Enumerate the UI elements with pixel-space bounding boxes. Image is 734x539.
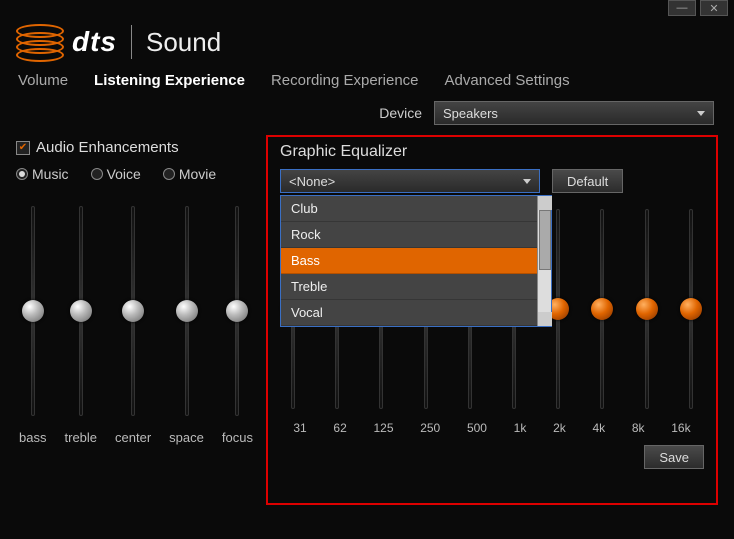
eq-freq-label: 125 bbox=[373, 421, 393, 435]
mode-movie-label: Movie bbox=[179, 166, 216, 182]
slider-focus: focus bbox=[222, 206, 253, 445]
tab-advanced[interactable]: Advanced Settings bbox=[445, 72, 570, 89]
scroll-thumb[interactable] bbox=[539, 210, 551, 270]
dts-wordmark: dts bbox=[72, 26, 117, 58]
mode-radio-voice[interactable]: Voice bbox=[91, 166, 141, 182]
slider-thumb[interactable] bbox=[176, 300, 198, 322]
device-select[interactable]: Speakers bbox=[434, 101, 714, 125]
slider-track[interactable] bbox=[31, 206, 35, 416]
eq-band-16k bbox=[689, 209, 693, 409]
slider-thumb[interactable] bbox=[680, 298, 702, 320]
device-label: Device bbox=[379, 105, 422, 121]
eq-default-button[interactable]: Default bbox=[552, 169, 623, 193]
header: dts Sound bbox=[0, 18, 734, 72]
slider-track[interactable] bbox=[645, 209, 649, 409]
slider-label: treble bbox=[65, 430, 98, 445]
slider-center: center bbox=[115, 206, 151, 445]
slider-track[interactable] bbox=[600, 209, 604, 409]
chevron-down-icon bbox=[697, 111, 705, 116]
slider-thumb[interactable] bbox=[636, 298, 658, 320]
slider-label: focus bbox=[222, 430, 253, 445]
slider-thumb[interactable] bbox=[22, 300, 44, 322]
mode-radio-movie[interactable]: Movie bbox=[163, 166, 216, 182]
eq-preset-dropdown-items: Club Rock Bass Treble Vocal bbox=[281, 196, 537, 326]
device-selected-text: Speakers bbox=[443, 106, 498, 121]
chevron-down-icon bbox=[523, 179, 531, 184]
slider-label: space bbox=[169, 430, 204, 445]
dropdown-item-club[interactable]: Club bbox=[281, 196, 537, 222]
save-row: Save bbox=[280, 445, 704, 469]
tab-listening[interactable]: Listening Experience bbox=[94, 72, 245, 89]
logo: dts bbox=[16, 22, 117, 62]
left-panel: ✔ Audio Enhancements Music Voice Movie b… bbox=[16, 135, 256, 505]
eq-band-8k bbox=[645, 209, 649, 409]
close-button[interactable]: ✕ bbox=[700, 0, 728, 16]
eq-freq-label: 8k bbox=[632, 421, 645, 435]
slider-thumb[interactable] bbox=[591, 298, 613, 320]
slider-space: space bbox=[169, 206, 204, 445]
dropdown-item-treble[interactable]: Treble bbox=[281, 274, 537, 300]
audio-enhancements-checkbox[interactable]: ✔ bbox=[16, 141, 30, 155]
slider-track[interactable] bbox=[185, 206, 189, 416]
slider-track[interactable] bbox=[556, 209, 560, 409]
scroll-down-icon[interactable]: ▾ bbox=[538, 312, 552, 326]
dts-arc-icon bbox=[16, 22, 64, 62]
slider-thumb[interactable] bbox=[122, 300, 144, 322]
eq-freq-label: 31 bbox=[293, 421, 306, 435]
titlebar: — ✕ bbox=[0, 0, 734, 18]
enhancement-sliders: bass treble center space focus bbox=[16, 206, 256, 445]
slider-thumb[interactable] bbox=[226, 300, 248, 322]
main: ✔ Audio Enhancements Music Voice Movie b… bbox=[0, 135, 734, 505]
radio-dot-icon bbox=[16, 168, 28, 180]
mode-radio-music[interactable]: Music bbox=[16, 166, 69, 182]
slider-track[interactable] bbox=[235, 206, 239, 416]
eq-freq-labels: 31 62 125 250 500 1k 2k 4k 8k 16k bbox=[280, 421, 704, 435]
slider-treble: treble bbox=[65, 206, 98, 445]
slider-track[interactable] bbox=[79, 206, 83, 416]
eq-freq-label: 250 bbox=[420, 421, 440, 435]
slider-bass: bass bbox=[19, 206, 46, 445]
dropdown-scrollbar[interactable]: ▴ ▾ bbox=[537, 196, 551, 326]
dropdown-item-rock[interactable]: Rock bbox=[281, 222, 537, 248]
scroll-up-icon[interactable]: ▴ bbox=[538, 196, 552, 210]
audio-enhancements-checkbox-row[interactable]: ✔ Audio Enhancements bbox=[16, 139, 256, 156]
slider-label: bass bbox=[19, 430, 46, 445]
radio-dot-icon bbox=[163, 168, 175, 180]
slider-thumb[interactable] bbox=[70, 300, 92, 322]
mode-music-label: Music bbox=[32, 166, 69, 182]
mode-radio-group: Music Voice Movie bbox=[16, 166, 256, 182]
eq-preset-select[interactable]: <None> bbox=[280, 169, 540, 193]
eq-freq-label: 1k bbox=[514, 421, 527, 435]
header-divider bbox=[131, 25, 132, 59]
eq-controls-row: <None> Default bbox=[280, 169, 704, 193]
equalizer-panel: Graphic Equalizer <None> Default Club Ro… bbox=[266, 135, 718, 505]
device-row: Device Speakers bbox=[0, 101, 734, 135]
slider-label: center bbox=[115, 430, 151, 445]
eq-freq-label: 2k bbox=[553, 421, 566, 435]
slider-track[interactable] bbox=[131, 206, 135, 416]
tab-bar: Volume Listening Experience Recording Ex… bbox=[0, 72, 734, 101]
eq-freq-label: 4k bbox=[592, 421, 605, 435]
eq-band-2k bbox=[556, 209, 560, 409]
slider-track[interactable] bbox=[689, 209, 693, 409]
eq-title: Graphic Equalizer bbox=[280, 143, 704, 161]
minimize-button[interactable]: — bbox=[668, 0, 696, 16]
radio-dot-icon bbox=[91, 168, 103, 180]
eq-freq-label: 62 bbox=[333, 421, 346, 435]
eq-preset-selected-text: <None> bbox=[289, 174, 335, 189]
tab-volume[interactable]: Volume bbox=[18, 72, 68, 89]
sound-label: Sound bbox=[146, 27, 221, 58]
tab-recording[interactable]: Recording Experience bbox=[271, 72, 419, 89]
mode-voice-label: Voice bbox=[107, 166, 141, 182]
eq-save-button[interactable]: Save bbox=[644, 445, 704, 469]
dropdown-item-bass[interactable]: Bass bbox=[281, 248, 537, 274]
eq-band-4k bbox=[600, 209, 604, 409]
audio-enhancements-label: Audio Enhancements bbox=[36, 139, 179, 156]
eq-freq-label: 500 bbox=[467, 421, 487, 435]
eq-freq-label: 16k bbox=[671, 421, 690, 435]
eq-preset-dropdown: Club Rock Bass Treble Vocal ▴ ▾ bbox=[280, 195, 552, 327]
dropdown-item-vocal[interactable]: Vocal bbox=[281, 300, 537, 326]
